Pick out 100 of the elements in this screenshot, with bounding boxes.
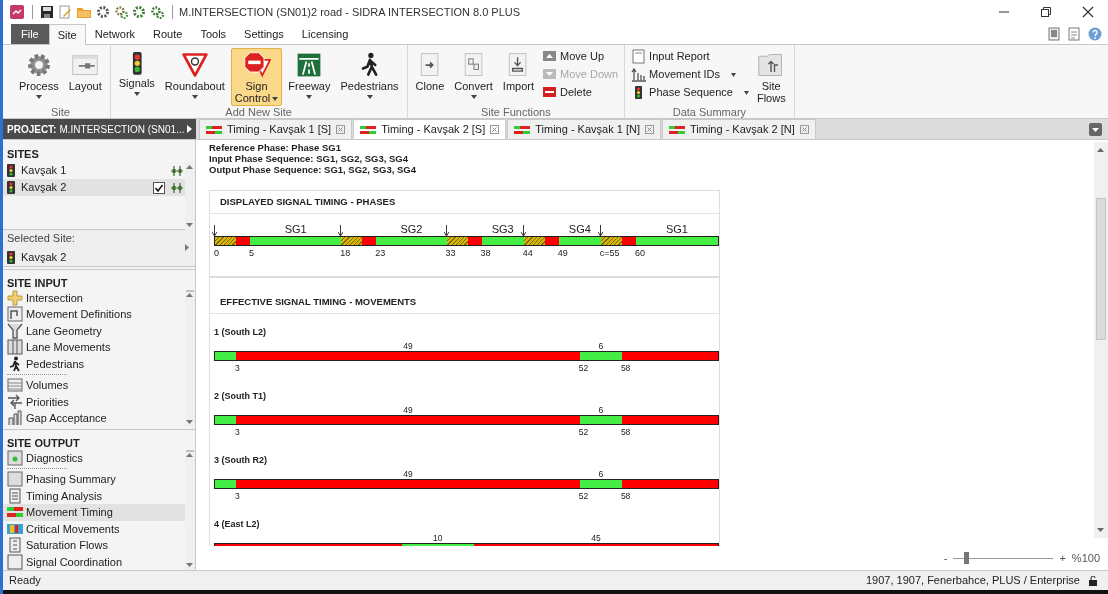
ribbon-button[interactable]: Pedestrians: [336, 48, 403, 106]
ribbon-button[interactable]: Freeway: [284, 48, 335, 106]
document-tab[interactable]: Timing - Kavşak 1 [S]: [199, 119, 353, 139]
gears-icon[interactable]: [114, 5, 128, 19]
ribbon-tab[interactable]: Tools: [191, 24, 236, 44]
nav-item[interactable]: Movement Definitions: [3, 306, 185, 323]
restore-icon[interactable]: [1040, 6, 1052, 18]
nav-item[interactable]: Movement Timing: [3, 504, 185, 521]
help-icon[interactable]: [1088, 27, 1102, 41]
signal-pair-icon: [171, 182, 183, 193]
duration-label: 6: [598, 340, 604, 351]
stop-interval: [621, 237, 636, 245]
document-tab[interactable]: Timing - Kavşak 1 [N]: [507, 119, 661, 139]
ribbon-button[interactable]: Sign Control: [230, 48, 283, 106]
ribbon-button[interactable]: Layout: [64, 48, 106, 106]
ribbon-button[interactable]: Process: [15, 48, 63, 106]
scroll-up-icon[interactable]: [186, 165, 193, 169]
ribbon-button[interactable]: Site Flows: [752, 48, 790, 106]
nav-item[interactable]: Diagnostics: [3, 449, 185, 466]
zoom-slider[interactable]: [953, 552, 1054, 564]
nav-item[interactable]: Intersection: [3, 289, 185, 307]
tick-label: 49: [557, 247, 568, 260]
report-icon[interactable]: [1068, 27, 1080, 41]
zoom-value: %100: [1071, 550, 1100, 566]
ribbon-tab[interactable]: Network: [85, 24, 145, 44]
tick-label: 0: [214, 247, 219, 260]
nav-item[interactable]: Timing Analysis: [3, 487, 185, 504]
duration-label: 49: [403, 340, 413, 351]
scrollbar-thumb[interactable]: [186, 449, 194, 452]
stop-interval: [544, 237, 559, 245]
ribbon-button[interactable]: Roundabout: [160, 48, 229, 106]
ribbon-button[interactable]: Move Up: [540, 48, 621, 65]
nav-item[interactable]: Lane Movements: [3, 339, 185, 356]
duration-label: 6: [598, 404, 604, 415]
tab-list-icon[interactable]: [1089, 122, 1102, 136]
checkbox[interactable]: [153, 181, 165, 194]
ribbon-button[interactable]: Clone: [411, 48, 449, 106]
nav-item[interactable]: Lane Geometry: [3, 322, 185, 340]
report-line: Reference Phase: Phase SG1: [209, 142, 341, 153]
stop-interval: [236, 237, 251, 245]
project-header[interactable]: PROJECT: M.INTERSECTION (SN01...: [3, 119, 196, 139]
traffic-light-icon: [7, 181, 15, 194]
nav-item[interactable]: Signal Coordination: [3, 553, 185, 570]
ribbon-button[interactable]: Movement IDs: [629, 66, 751, 83]
ribbon-tab[interactable]: Route: [144, 24, 192, 44]
scroll-up-icon[interactable]: [186, 452, 193, 457]
lane-movements-icon: [7, 339, 23, 356]
tick-label: 58: [620, 425, 631, 439]
ribbon-tab[interactable]: Licensing: [292, 24, 358, 44]
movement-title: 2 (South T1): [214, 390, 266, 403]
nav-item[interactable]: Pedestrians: [3, 355, 185, 373]
delete-icon: [542, 85, 558, 100]
ribbon-tab[interactable]: Site: [48, 24, 86, 45]
expand-icon: [185, 244, 189, 252]
tick-label: 52: [578, 425, 589, 439]
ribbon-button[interactable]: Phase Sequence: [629, 84, 751, 101]
tick-label: 3: [235, 489, 240, 503]
tick-label: 18: [340, 247, 351, 260]
close-icon[interactable]: [1082, 6, 1094, 18]
scroll-up-icon[interactable]: [186, 292, 193, 297]
ribbon-button[interactable]: Delete: [540, 84, 621, 101]
selected-site-panel[interactable]: Selected Site: Kavşak 2: [3, 230, 195, 267]
ribbon-button[interactable]: Signals: [114, 48, 159, 106]
gap-acceptance-icon: [7, 410, 23, 427]
ribbon-tab[interactable]: File: [11, 24, 49, 44]
ribbon-button[interactable]: Convert: [450, 48, 497, 106]
scroll-down-icon[interactable]: [186, 223, 193, 227]
ribbon-button[interactable]: Input Report: [629, 48, 751, 65]
document-tab[interactable]: Timing - Kavşak 2 [N]: [662, 119, 816, 139]
document-tab[interactable]: Timing - Kavşak 2 [S]: [353, 119, 507, 139]
group-label: Site Functions: [480, 106, 552, 118]
nav-item[interactable]: Priorities: [3, 393, 185, 410]
ribbon-button[interactable]: Import: [498, 48, 539, 106]
nav-item[interactable]: Phasing Summary: [3, 471, 185, 488]
scrollbar-thumb[interactable]: [186, 289, 194, 292]
gears-icon[interactable]: [150, 5, 164, 19]
nav-item[interactable]: Critical Movements: [3, 520, 185, 537]
scroll-down-icon[interactable]: [186, 419, 193, 424]
zoom-out-button[interactable]: -: [943, 549, 948, 567]
document-icon[interactable]: [1048, 27, 1060, 41]
nav-item[interactable]: Saturation Flows: [3, 537, 185, 554]
traffic-light-icon: [131, 51, 143, 76]
group-label: Add New Site: [224, 106, 293, 118]
site-item[interactable]: Kavşak 2: [3, 179, 185, 196]
save-icon[interactable]: [40, 5, 54, 19]
nav-item[interactable]: Volumes: [3, 377, 185, 394]
ribbon-tab[interactable]: Settings: [235, 24, 293, 44]
report-line: Output Phase Sequence: SG1, SG2, SG3, SG4: [209, 164, 416, 175]
zoom-in-button[interactable]: +: [1059, 549, 1066, 567]
scrollbar-thumb[interactable]: [1096, 198, 1106, 340]
stop-interval: [467, 237, 482, 245]
nav-item[interactable]: Gap Acceptance: [3, 410, 185, 427]
gear-icon[interactable]: [132, 5, 146, 19]
scroll-down-icon[interactable]: [1097, 528, 1104, 532]
site-item[interactable]: Kavşak 1: [3, 162, 185, 179]
scroll-up-icon[interactable]: [1097, 148, 1104, 152]
gear-icon[interactable]: [96, 5, 110, 19]
scroll-down-icon[interactable]: [186, 563, 193, 567]
tick-label: 33: [445, 247, 456, 260]
timing-icon: [514, 125, 531, 134]
